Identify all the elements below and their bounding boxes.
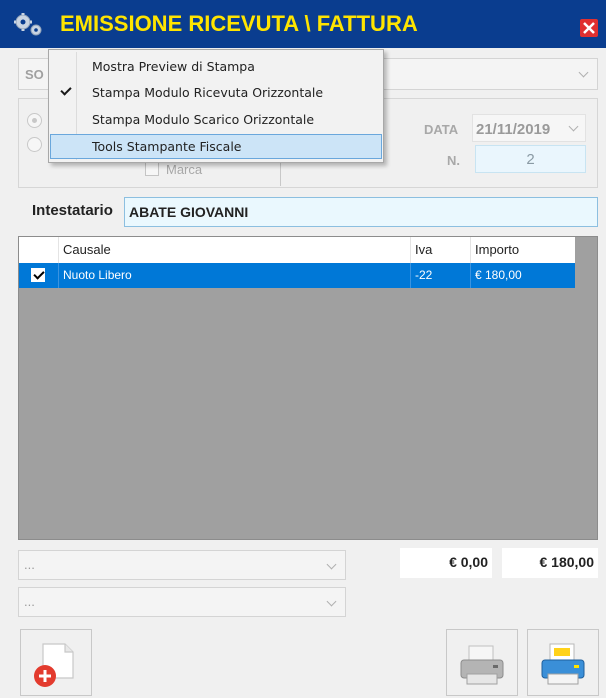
header-causale[interactable]: Causale [59, 237, 411, 263]
header-check-column [19, 237, 59, 263]
combo-2[interactable]: ... [18, 587, 346, 617]
number-value: 2 [526, 151, 535, 168]
chevron-down-icon [326, 559, 337, 570]
title-bar: EMISSIONE RICEVUTA \ FATTURA [0, 0, 606, 48]
menu-item-label: Mostra Preview di Stampa [92, 59, 255, 74]
date-picker[interactable]: 21/11/2019 [472, 114, 586, 142]
delete-document-button[interactable] [20, 629, 92, 696]
combo-2-value: ... [24, 594, 35, 609]
document-delete-icon [34, 643, 74, 687]
menu-item-label: Stampa Modulo Ricevuta Orizzontale [92, 85, 324, 100]
table-row[interactable]: Nuoto Libero -22 € 180,00 [19, 263, 575, 288]
print-options-menu: Mostra Preview di Stampa Stampa Modulo R… [48, 49, 384, 163]
radio-option-1[interactable] [27, 113, 42, 128]
total-field-1: € 0,00 [400, 548, 492, 578]
menu-item-label: Stampa Modulo Scarico Orizzontale [92, 112, 315, 127]
grid-header: Causale Iva Importo [19, 237, 575, 263]
marca-label: Marca [166, 162, 203, 177]
menu-item-scarico-orizzontale[interactable]: Stampa Modulo Scarico Orizzontale [50, 107, 382, 132]
printer-color-icon [541, 643, 585, 685]
data-label: DATA [424, 122, 459, 137]
chevron-down-icon [326, 596, 337, 607]
menu-item-tools-stampante[interactable]: Tools Stampante Fiscale [50, 134, 382, 159]
printer-icon [460, 645, 504, 685]
date-value: 21/11/2019 [476, 121, 551, 138]
combo-1[interactable]: ... [18, 550, 346, 580]
so-dropdown-value: SO [25, 67, 44, 82]
header-importo[interactable]: Importo [471, 237, 575, 263]
checkmark-icon [60, 84, 72, 96]
row-checkbox[interactable] [31, 268, 45, 282]
total-field-2: € 180,00 [502, 548, 598, 578]
row-iva: -22 [411, 263, 471, 288]
close-button[interactable] [580, 19, 598, 37]
menu-item-ricevuta-orizzontale[interactable]: Stampa Modulo Ricevuta Orizzontale [50, 80, 382, 105]
intestatario-value: ABATE GIOVANNI [129, 204, 249, 220]
combo-1-value: ... [24, 557, 35, 572]
intestatario-label: Intestatario [32, 202, 113, 219]
menu-item-preview[interactable]: Mostra Preview di Stampa [50, 54, 382, 79]
print-button[interactable] [446, 629, 518, 696]
chevron-down-icon [578, 67, 589, 78]
chevron-down-icon [568, 121, 579, 132]
menu-item-label: Tools Stampante Fiscale [92, 139, 242, 154]
close-icon [583, 22, 595, 34]
number-label: N. [447, 153, 460, 168]
radio-option-2[interactable] [27, 137, 42, 152]
number-field[interactable]: 2 [475, 145, 586, 173]
intestatario-field[interactable]: ABATE GIOVANNI [124, 197, 598, 227]
items-grid[interactable]: Causale Iva Importo Nuoto Libero -22 € 1… [18, 236, 598, 540]
print-fiscal-button[interactable] [527, 629, 599, 696]
marca-checkbox[interactable] [145, 162, 159, 176]
row-check-cell[interactable] [19, 263, 59, 288]
window-title: EMISSIONE RICEVUTA \ FATTURA [60, 11, 418, 36]
gears-icon [14, 13, 42, 36]
row-causale: Nuoto Libero [59, 263, 411, 288]
header-iva[interactable]: Iva [411, 237, 471, 263]
row-importo: € 180,00 [475, 268, 522, 282]
